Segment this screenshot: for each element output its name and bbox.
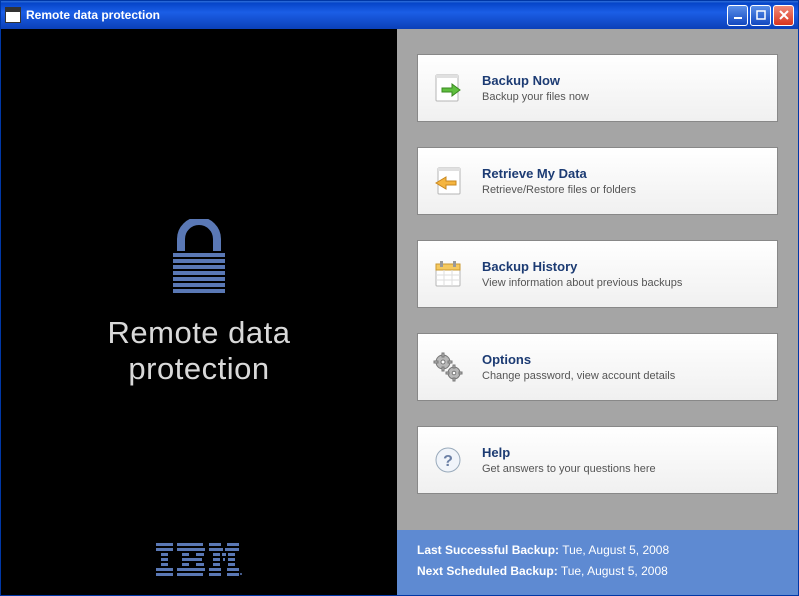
status-last-value: Tue, August 5, 2008 xyxy=(562,543,669,557)
backup-now-icon xyxy=(432,72,464,104)
backup-now-card[interactable]: Backup Now Backup your files now xyxy=(417,54,778,122)
card-title: Retrieve My Data xyxy=(482,166,763,181)
card-text: Backup History View information about pr… xyxy=(482,259,763,289)
app-window: Remote data protection xyxy=(0,0,799,596)
titlebar: Remote data protection xyxy=(1,1,798,29)
status-next-label: Next Scheduled Backup: xyxy=(417,564,558,578)
history-icon xyxy=(432,258,464,290)
app-title: Remote data protection xyxy=(108,315,291,386)
lock-icon xyxy=(167,219,231,297)
help-icon: ? xyxy=(432,444,464,476)
window-title: Remote data protection xyxy=(26,8,727,22)
card-title: Backup History xyxy=(482,259,763,274)
app-title-l1: Remote data xyxy=(108,315,291,350)
svg-text:?: ? xyxy=(443,453,453,470)
card-title: Help xyxy=(482,445,763,460)
floppy-icon xyxy=(5,7,21,23)
retrieve-data-card[interactable]: Retrieve My Data Retrieve/Restore files … xyxy=(417,147,778,215)
minimize-button[interactable] xyxy=(727,5,748,26)
backup-history-card[interactable]: Backup History View information about pr… xyxy=(417,240,778,308)
maximize-button[interactable] xyxy=(750,5,771,26)
app-title-l2: protection xyxy=(128,351,269,386)
status-next: Next Scheduled Backup: Tue, August 5, 20… xyxy=(417,561,778,583)
status-last: Last Successful Backup: Tue, August 5, 2… xyxy=(417,540,778,562)
card-title: Options xyxy=(482,352,763,367)
close-button[interactable] xyxy=(773,5,794,26)
help-card[interactable]: ? Help Get answers to your questions her… xyxy=(417,426,778,494)
status-last-label: Last Successful Backup: xyxy=(417,543,559,557)
retrieve-icon xyxy=(432,165,464,197)
content: Remote data protection xyxy=(1,29,798,595)
cards-container: Backup Now Backup your files now Retriev… xyxy=(397,29,798,530)
right-panel: Backup Now Backup your files now Retriev… xyxy=(397,29,798,595)
ibm-logo xyxy=(156,543,242,580)
card-text: Backup Now Backup your files now xyxy=(482,73,763,103)
status-next-value: Tue, August 5, 2008 xyxy=(561,564,668,578)
options-icon xyxy=(432,351,464,383)
options-card[interactable]: Options Change password, view account de… xyxy=(417,333,778,401)
card-title: Backup Now xyxy=(482,73,763,88)
card-desc: View information about previous backups xyxy=(482,277,763,289)
window-controls xyxy=(727,5,794,26)
hero-graphic: Remote data protection xyxy=(1,219,397,386)
left-panel: Remote data protection xyxy=(1,29,397,595)
card-text: Options Change password, view account de… xyxy=(482,352,763,382)
card-desc: Backup your files now xyxy=(482,91,763,103)
card-desc: Retrieve/Restore files or folders xyxy=(482,184,763,196)
card-text: Retrieve My Data Retrieve/Restore files … xyxy=(482,166,763,196)
card-text: Help Get answers to your questions here xyxy=(482,445,763,475)
status-bar: Last Successful Backup: Tue, August 5, 2… xyxy=(397,530,798,595)
card-desc: Get answers to your questions here xyxy=(482,463,763,475)
card-desc: Change password, view account details xyxy=(482,370,763,382)
